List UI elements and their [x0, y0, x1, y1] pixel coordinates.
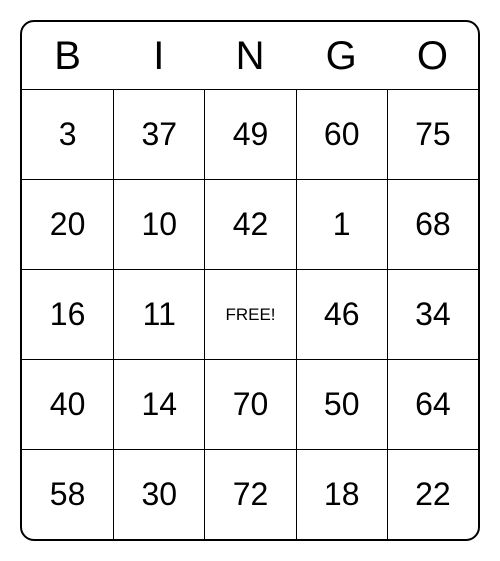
bingo-cell[interactable]: 68	[387, 179, 478, 269]
bingo-cell[interactable]: 40	[22, 359, 113, 449]
bingo-header-row: B I N G O	[22, 22, 478, 89]
bingo-cell[interactable]: 42	[204, 179, 295, 269]
header-b: B	[22, 22, 113, 89]
bingo-cell[interactable]: 49	[204, 89, 295, 179]
bingo-cell[interactable]: 14	[113, 359, 204, 449]
bingo-cell[interactable]: 20	[22, 179, 113, 269]
bingo-cell[interactable]: 34	[387, 269, 478, 359]
header-n: N	[204, 22, 295, 89]
bingo-cell[interactable]: 60	[296, 89, 387, 179]
bingo-cell[interactable]: 46	[296, 269, 387, 359]
bingo-cell[interactable]: 30	[113, 449, 204, 539]
bingo-cell[interactable]: 70	[204, 359, 295, 449]
bingo-cell[interactable]: 11	[113, 269, 204, 359]
bingo-cell[interactable]: 16	[22, 269, 113, 359]
bingo-cell[interactable]: 37	[113, 89, 204, 179]
bingo-cell[interactable]: 1	[296, 179, 387, 269]
bingo-cell[interactable]: 64	[387, 359, 478, 449]
bingo-cell[interactable]: 75	[387, 89, 478, 179]
bingo-cell[interactable]: 58	[22, 449, 113, 539]
bingo-cell[interactable]: 18	[296, 449, 387, 539]
bingo-cell[interactable]: 50	[296, 359, 387, 449]
bingo-grid: 3 37 49 60 75 20 10 42 1 68 16 11 FREE! …	[22, 89, 478, 539]
header-i: I	[113, 22, 204, 89]
header-g: G	[296, 22, 387, 89]
bingo-card: B I N G O 3 37 49 60 75 20 10 42 1 68 16…	[20, 20, 480, 541]
bingo-cell[interactable]: 22	[387, 449, 478, 539]
bingo-cell[interactable]: 3	[22, 89, 113, 179]
bingo-cell[interactable]: 10	[113, 179, 204, 269]
bingo-cell[interactable]: 72	[204, 449, 295, 539]
header-o: O	[387, 22, 478, 89]
bingo-free-cell[interactable]: FREE!	[204, 269, 295, 359]
